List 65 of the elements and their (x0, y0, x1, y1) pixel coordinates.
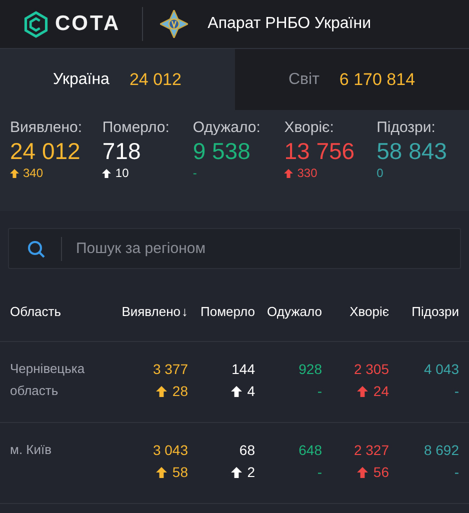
search-field[interactable]: Пошук за регіоном (8, 228, 461, 269)
tab-count: 24 012 (129, 70, 182, 90)
up-arrow-icon (231, 386, 242, 396)
table-cell-text: 928 (298, 360, 322, 379)
column-header[interactable]: Підозри (412, 304, 459, 319)
tab-label[interactable]: Світ (288, 70, 320, 88)
change-value: 330 (297, 166, 318, 181)
org-title: Апарат РНБО України (208, 15, 372, 33)
stat-label: Виявлено: (10, 119, 84, 136)
hexagon-logo-icon (23, 10, 49, 38)
stat-value: 718 (102, 137, 142, 166)
column-header[interactable]: Область (10, 304, 62, 319)
change-value: 4 (247, 382, 255, 401)
change-value: - (454, 382, 459, 401)
up-arrow-icon (357, 386, 368, 396)
table-cell-text: 2 327 (354, 441, 389, 460)
stat-value: 13 756 (284, 137, 356, 166)
column-header[interactable]: Померло (200, 304, 255, 319)
change-value: 2 (247, 463, 255, 482)
change-value: 0 (376, 166, 384, 181)
table-cell-text: 3 377 (152, 360, 188, 379)
table-cell-text: 68 (239, 441, 255, 460)
tab-label[interactable]: Україна (53, 70, 110, 88)
tab[interactable]: Світ 6 170 814 (234, 49, 469, 110)
change-value: 56 (373, 463, 389, 482)
tab-count: 6 170 814 (339, 70, 416, 90)
table-cell-text: 3 043 (152, 441, 188, 460)
search-icon (27, 240, 45, 258)
up-arrow-icon (156, 466, 168, 478)
change-value: 58 (172, 463, 188, 482)
table-cell-text: 648 (298, 441, 322, 460)
stat-label: Померло: (102, 119, 170, 136)
change-value: 28 (172, 382, 188, 401)
change-value: - (317, 382, 322, 401)
stat-label: Хворіє: (284, 119, 335, 136)
up-arrow-icon (156, 386, 168, 396)
change-value: - (454, 463, 459, 482)
logo-text: СОТА (55, 12, 121, 36)
stat-value: 58 843 (376, 137, 448, 166)
up-arrow-icon (231, 466, 242, 478)
table-cell-text: 2 305 (354, 360, 389, 379)
up-arrow-icon (284, 169, 294, 178)
sort-arrow[interactable]: ↓ (182, 304, 188, 319)
up-arrow-icon (10, 169, 19, 178)
region-name: Чернівецька область (10, 360, 86, 400)
change-value: 10 (115, 166, 129, 181)
stat-value: 24 012 (10, 137, 82, 166)
change-value: - (317, 463, 322, 482)
table-cell-text: 144 (232, 360, 255, 379)
stat-label: Підозри: (376, 119, 436, 136)
up-arrow-icon (102, 169, 112, 178)
change-value: - (192, 166, 197, 181)
emblem-icon (160, 10, 188, 38)
search-input[interactable]: Пошук за регіоном (74, 239, 460, 258)
change-value: 340 (23, 166, 44, 181)
table-cell-text: 4 043 (424, 360, 459, 379)
stat-value: 9 538 (192, 137, 252, 166)
column-header[interactable]: Хворіє (350, 304, 389, 319)
up-arrow-icon (357, 466, 368, 478)
column-header[interactable]: Одужало (267, 304, 322, 319)
table-cell-text: 8 692 (424, 441, 459, 460)
column-header[interactable]: Виявлено (122, 304, 180, 319)
change-value: 24 (373, 382, 389, 401)
region-name: м. Київ (10, 441, 53, 459)
stat-label: Одужало: (192, 119, 262, 136)
